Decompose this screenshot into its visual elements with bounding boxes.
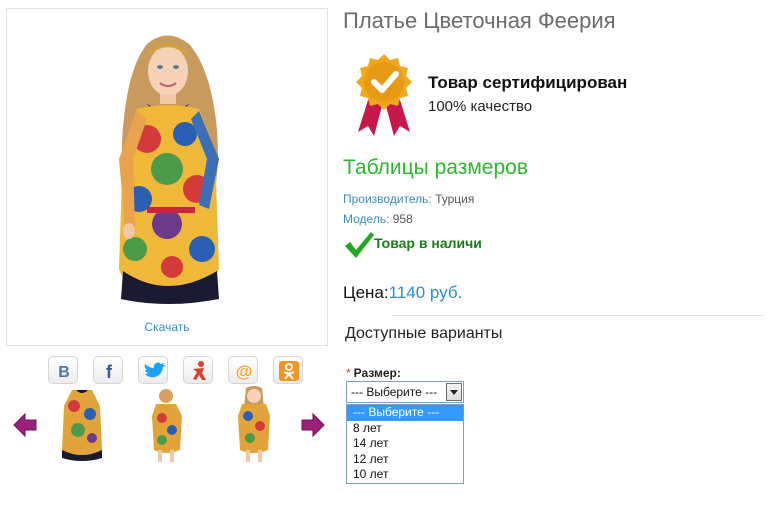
price-label: Цена: xyxy=(343,283,389,302)
thumbnail-2[interactable] xyxy=(142,386,194,466)
download-link[interactable]: Скачать xyxy=(7,320,327,334)
certified-badge-icon xyxy=(356,54,412,136)
share-twitter-button[interactable] xyxy=(138,356,168,384)
certified-title: Товар сертифицирован xyxy=(428,73,628,92)
size-select-value: --- Выберите --- xyxy=(351,385,438,399)
moimir-icon xyxy=(193,361,206,380)
size-option[interactable]: 8 лет xyxy=(347,421,463,437)
manufacturer-label: Производитель: xyxy=(343,192,432,206)
required-asterisk: * xyxy=(346,366,351,380)
share-odnoklassniki-button[interactable] xyxy=(273,356,303,384)
odnoklassniki-icon xyxy=(279,361,299,381)
model-value: 958 xyxy=(392,212,413,226)
thumbnail-3[interactable] xyxy=(228,386,280,466)
share-mailru-button[interactable]: @ xyxy=(228,356,258,384)
svg-text:@: @ xyxy=(236,362,253,381)
size-option[interactable]: 10 лет xyxy=(347,467,463,483)
size-option[interactable]: 14 лет xyxy=(347,436,463,452)
share-moimir-button[interactable] xyxy=(183,356,213,384)
manufacturer-value: Турция xyxy=(435,192,475,206)
vk-icon: В xyxy=(58,364,70,381)
main-product-image-box[interactable]: Скачать xyxy=(6,8,328,346)
mailru-icon: @ xyxy=(236,362,253,381)
size-select[interactable]: --- Выберите --- xyxy=(346,381,464,403)
in-stock-check-icon xyxy=(345,232,374,258)
size-label-text: Размер: xyxy=(353,366,401,380)
stock-status: Товар в наличи xyxy=(374,235,482,251)
carousel-prev-arrow-icon[interactable] xyxy=(12,412,38,438)
size-dropdown-list: --- Выберите --- 8 лет 14 лет 12 лет 10 … xyxy=(346,404,464,484)
share-facebook-button[interactable]: f xyxy=(93,356,123,384)
product-title: Платье Цветочная Феерия xyxy=(343,8,616,33)
carousel-next-arrow-icon[interactable] xyxy=(300,412,326,438)
facebook-icon: f xyxy=(106,362,113,382)
twitter-icon xyxy=(144,362,166,378)
price-line: Цена:1140 руб. xyxy=(343,283,462,303)
svg-text:f: f xyxy=(106,362,113,382)
size-option[interactable]: --- Выберите --- xyxy=(347,405,463,421)
thumbnail-carousel xyxy=(10,384,330,468)
size-option[interactable]: 12 лет xyxy=(347,452,463,468)
size-table-link[interactable]: Таблицы размеров xyxy=(343,156,528,180)
manufacturer-line: Производитель: Турция xyxy=(343,192,474,206)
certified-subtitle: 100% качество xyxy=(428,98,533,115)
size-field-label: * Размер: xyxy=(346,366,401,380)
chevron-down-icon[interactable] xyxy=(446,383,462,401)
share-vk-button[interactable]: В xyxy=(48,356,78,384)
model-label: Модель: xyxy=(343,212,390,226)
product-photo[interactable] xyxy=(7,9,327,314)
price-amount: 1140 руб. xyxy=(388,283,463,302)
thumbnail-1[interactable] xyxy=(56,386,108,466)
model-line: Модель: 958 xyxy=(343,212,413,226)
svg-text:В: В xyxy=(58,364,70,381)
section-divider xyxy=(392,315,764,316)
variants-heading: Доступные варианты xyxy=(345,325,503,342)
